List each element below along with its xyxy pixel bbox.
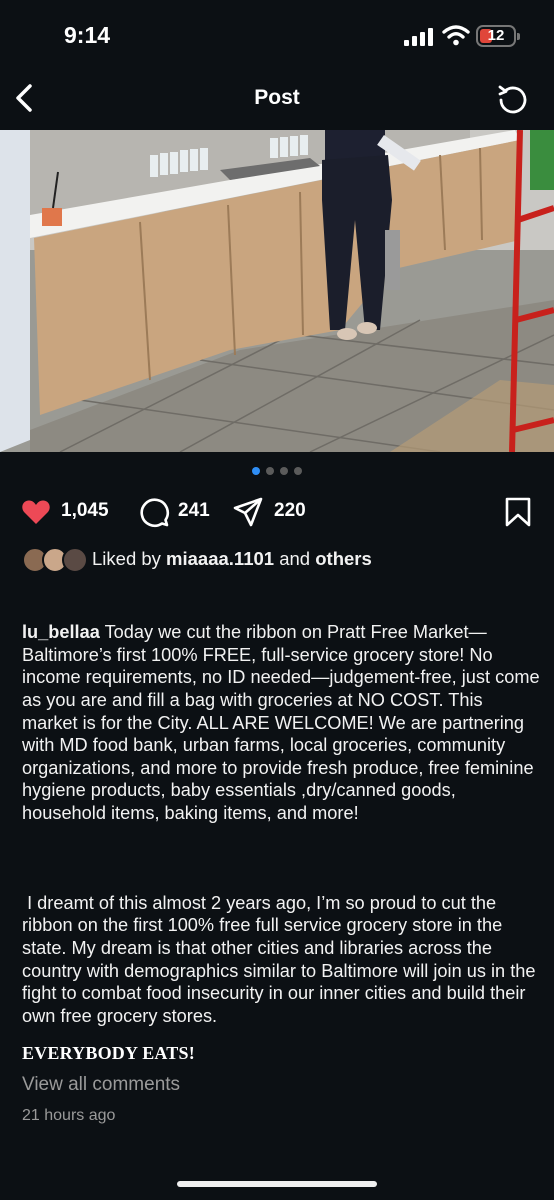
carousel-dot xyxy=(280,467,288,475)
action-bar: 1,045 241 220 xyxy=(0,494,554,530)
battery-icon: 12 xyxy=(476,25,520,47)
heart-icon[interactable] xyxy=(20,496,52,528)
comment-count[interactable]: 241 xyxy=(178,500,210,522)
comment-icon[interactable] xyxy=(138,496,170,528)
carousel-dot-active xyxy=(252,467,260,475)
post-photo[interactable] xyxy=(0,130,554,452)
liker-avatars xyxy=(22,546,90,573)
carousel-indicator xyxy=(0,467,554,477)
cellular-signal-icon xyxy=(404,28,433,46)
others-link[interactable]: others xyxy=(315,548,372,569)
liker-username[interactable]: miaaaa.1101 xyxy=(166,548,274,569)
caption-text: Today we cut the ribbon on Pratt Free Ma… xyxy=(22,622,545,823)
liked-by-row[interactable]: Liked by miaaaa.1101 and others xyxy=(22,546,542,574)
battery-level: 12 xyxy=(487,27,505,44)
share-count[interactable]: 220 xyxy=(274,500,306,522)
like-count[interactable]: 1,045 xyxy=(61,500,109,522)
avatar xyxy=(62,547,88,573)
caption-paragraph: I dreamt of this almost 2 years ago, I’m… xyxy=(22,892,541,1026)
home-indicator[interactable] xyxy=(177,1181,377,1187)
view-all-comments-link[interactable]: View all comments xyxy=(22,1074,180,1096)
caption-closing: EVERYBODY EATS! xyxy=(22,1043,195,1063)
carousel-dot xyxy=(266,467,274,475)
share-icon[interactable] xyxy=(232,496,264,528)
page-title: Post xyxy=(254,86,300,109)
wifi-icon xyxy=(442,25,470,46)
carousel-dot xyxy=(294,467,302,475)
caption-username[interactable]: lu_bellaa xyxy=(22,622,100,642)
status-time: 9:14 xyxy=(64,22,111,48)
liked-by-text: Liked by miaaaa.1101 and others xyxy=(92,548,372,569)
post-header: Post xyxy=(0,70,554,128)
refresh-icon[interactable] xyxy=(496,82,530,116)
post-timestamp: 21 hours ago xyxy=(22,1107,116,1124)
status-bar: 9:14 12 xyxy=(0,0,554,70)
post-caption: lu_bellaa Today we cut the ribbon on Pra… xyxy=(22,576,542,1050)
bookmark-icon[interactable] xyxy=(502,496,534,528)
